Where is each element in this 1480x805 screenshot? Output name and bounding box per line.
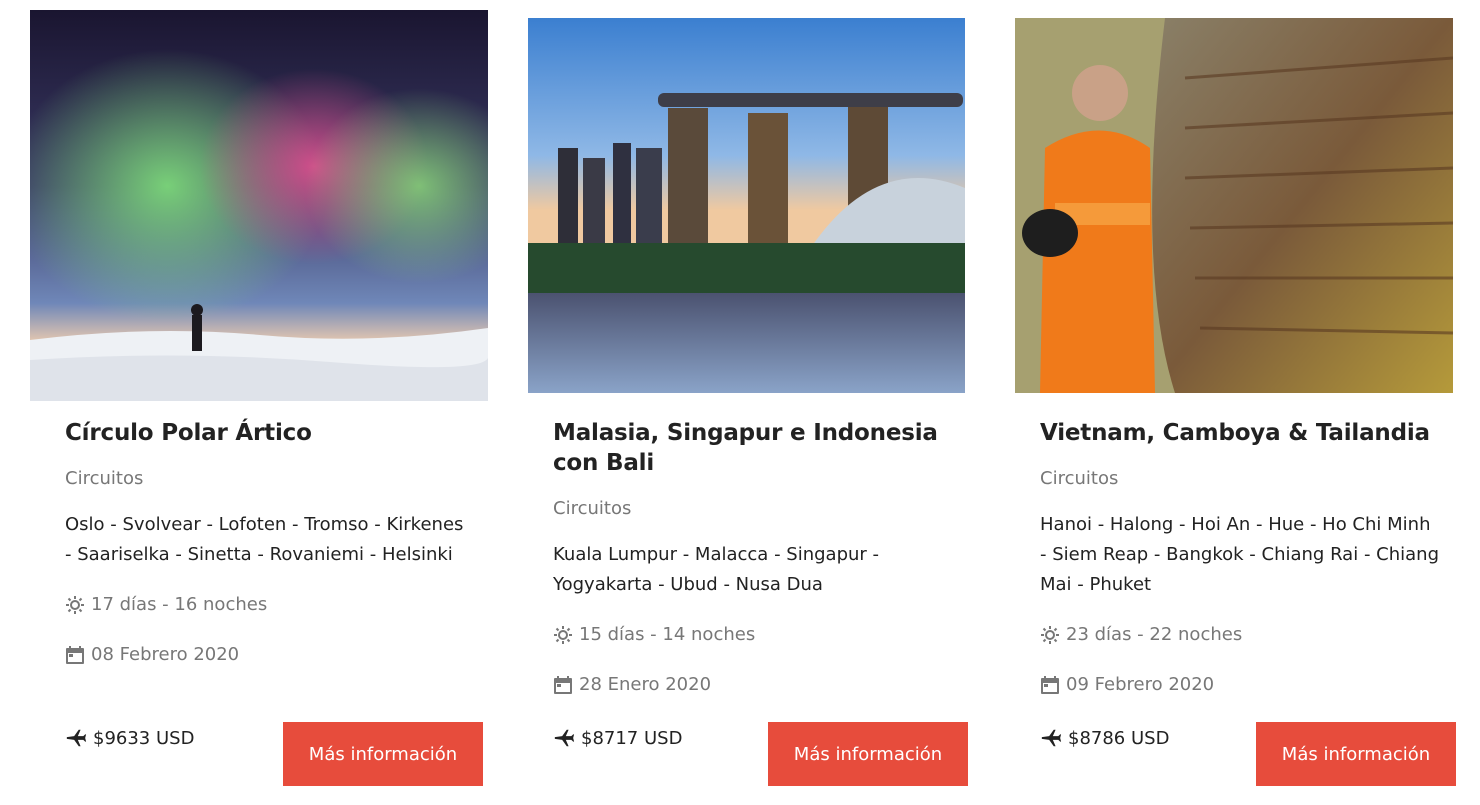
calendar-icon: [1041, 676, 1059, 694]
sun-icon: [554, 626, 572, 644]
more-info-button[interactable]: Más información: [283, 722, 483, 786]
tour-photo-singapore[interactable]: [528, 18, 965, 393]
tour-price: $9633 USD: [65, 727, 194, 749]
aurora-landscape-image: [30, 10, 488, 401]
calendar-icon: [554, 676, 572, 694]
tour-price-row: $9633 USD Más información: [65, 722, 483, 786]
airplane-icon: [66, 729, 87, 747]
tour-photo-aurora[interactable]: [30, 10, 488, 401]
tour-duration: 17 días - 16 noches: [65, 593, 465, 617]
tour-photo-monk[interactable]: [1015, 18, 1453, 393]
tour-price-row: $8717 USD Más información: [553, 722, 968, 786]
tour-route: Kuala Lumpur - Malacca - Singapur - Yogy…: [553, 544, 880, 595]
tour-date-text: 28 Enero 2020: [579, 674, 712, 695]
tour-price-row: $8786 USD Más información: [1040, 722, 1456, 786]
tour-duration-text: 15 días - 14 noches: [579, 624, 756, 645]
tour-price: $8717 USD: [553, 727, 682, 749]
more-info-button[interactable]: Más información: [768, 722, 968, 786]
calendar-icon: [66, 646, 84, 664]
sun-icon: [1041, 626, 1059, 644]
tour-route: Oslo - Svolvear - Lofoten - Tromso - Kir…: [65, 514, 464, 565]
tour-price-text: $8786 USD: [1068, 727, 1170, 749]
tour-duration-text: 17 días - 16 noches: [91, 594, 268, 615]
tour-card-body: Vietnam, Camboya & Tailandia Circuitos H…: [1040, 418, 1440, 697]
tour-category: Circuitos: [1040, 468, 1119, 489]
tour-category: Circuitos: [553, 498, 632, 519]
airplane-icon: [554, 729, 575, 747]
tour-card-body: Círculo Polar Ártico Circuitos Oslo - Sv…: [65, 418, 465, 667]
more-info-button[interactable]: Más información: [1256, 722, 1456, 786]
tour-card-body: Malasia, Singapur e Indonesia con Bali C…: [553, 418, 943, 697]
tour-price-text: $9633 USD: [93, 727, 195, 749]
tour-date: 28 Enero 2020: [553, 673, 943, 697]
airplane-icon: [1041, 729, 1062, 747]
tour-price: $8786 USD: [1040, 727, 1169, 749]
tour-duration-text: 23 días - 22 noches: [1066, 624, 1243, 645]
tour-title[interactable]: Malasia, Singapur e Indonesia con Bali: [553, 418, 943, 478]
tour-title[interactable]: Vietnam, Camboya & Tailandia: [1040, 418, 1440, 448]
tour-duration: 15 días - 14 noches: [553, 623, 943, 647]
sun-icon: [66, 596, 84, 614]
tour-date: 09 Febrero 2020: [1040, 673, 1440, 697]
singapore-skyline-image: [528, 18, 965, 393]
tour-date-text: 08 Febrero 2020: [91, 644, 240, 665]
tour-title[interactable]: Círculo Polar Ártico: [65, 418, 465, 448]
tour-price-text: $8717 USD: [581, 727, 683, 749]
monk-temple-image: [1015, 18, 1453, 393]
tour-duration: 23 días - 22 noches: [1040, 623, 1440, 647]
tour-date: 08 Febrero 2020: [65, 643, 465, 667]
tour-date-text: 09 Febrero 2020: [1066, 674, 1215, 695]
tour-category: Circuitos: [65, 468, 144, 489]
tour-route: Hanoi - Halong - Hoi An - Hue - Ho Chi M…: [1040, 514, 1439, 595]
